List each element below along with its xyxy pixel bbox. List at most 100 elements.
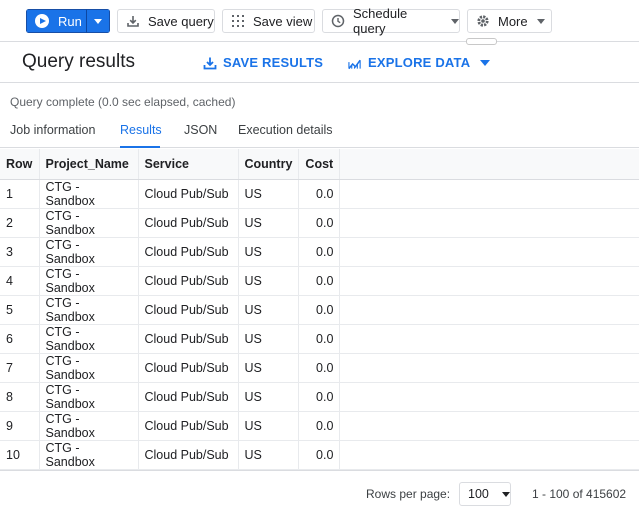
column-header-service[interactable]: Service xyxy=(137,149,238,180)
cell-filler xyxy=(339,295,639,325)
cell-country: US xyxy=(237,266,299,296)
cell-project-name: CTG - Sandbox xyxy=(38,353,138,383)
explore-data-label: EXPLORE DATA xyxy=(368,55,471,70)
table-row: 1 CTG - Sandbox Cloud Pub/Sub US 0.0 xyxy=(0,179,639,209)
column-header-cost[interactable]: Cost xyxy=(298,149,340,180)
cell-project-name: CTG - Sandbox xyxy=(38,324,138,354)
cell-filler xyxy=(339,179,639,209)
cell-project-name: CTG - Sandbox xyxy=(38,411,138,441)
cell-cost: 0.0 xyxy=(298,208,340,238)
chevron-down-icon xyxy=(94,18,102,24)
cell-service: Cloud Pub/Sub xyxy=(137,266,238,296)
rows-per-page-label: Rows per page: xyxy=(366,487,451,501)
column-header-row[interactable]: Row xyxy=(0,149,39,180)
cell-country: US xyxy=(237,411,299,441)
cell-service: Cloud Pub/Sub xyxy=(137,237,238,267)
cell-cost: 0.0 xyxy=(298,440,340,470)
cell-project-name: CTG - Sandbox xyxy=(38,208,138,238)
run-button[interactable]: Run xyxy=(26,9,86,33)
cell-row-number: 4 xyxy=(0,266,39,296)
table-row: 3 CTG - Sandbox Cloud Pub/Sub US 0.0 xyxy=(0,237,639,267)
cell-filler xyxy=(339,208,639,238)
pagination-range: 1 - 100 of 415602 xyxy=(532,487,627,501)
cell-cost: 0.0 xyxy=(298,411,340,441)
cell-filler xyxy=(339,411,639,441)
cell-filler xyxy=(339,237,639,267)
cell-filler xyxy=(339,266,639,296)
cell-cost: 0.0 xyxy=(298,324,340,354)
save-query-button[interactable]: Save query xyxy=(117,9,215,33)
rows-per-page-value: 100 xyxy=(468,487,489,501)
tab-json[interactable]: JSON xyxy=(184,123,217,148)
schedule-query-label: Schedule query xyxy=(353,6,408,36)
cell-cost: 0.0 xyxy=(298,179,340,209)
save-icon xyxy=(126,14,140,28)
column-header-project-name[interactable]: Project_Name xyxy=(38,149,138,180)
cell-filler xyxy=(339,382,639,412)
cell-service: Cloud Pub/Sub xyxy=(137,382,238,412)
more-button[interactable]: More xyxy=(467,9,552,33)
play-icon xyxy=(35,14,49,28)
cell-country: US xyxy=(237,179,299,209)
chart-icon xyxy=(348,56,362,70)
results-header: Query results SAVE RESULTS EXPLORE DATA xyxy=(0,43,639,83)
cell-service: Cloud Pub/Sub xyxy=(137,295,238,325)
save-view-label: Save view xyxy=(253,13,313,29)
cell-row-number: 2 xyxy=(0,208,39,238)
cell-service: Cloud Pub/Sub xyxy=(137,179,238,209)
results-tabs: Job information Results JSON Execution d… xyxy=(0,118,639,148)
cell-row-number: 7 xyxy=(0,353,39,383)
cell-cost: 0.0 xyxy=(298,382,340,412)
save-results-button[interactable]: SAVE RESULTS xyxy=(203,55,323,70)
cell-project-name: CTG - Sandbox xyxy=(38,295,138,325)
tab-execution-details[interactable]: Execution details xyxy=(238,123,333,148)
cell-filler xyxy=(339,324,639,354)
pagination-footer: Rows per page: 100 1 - 100 of 415602 xyxy=(0,470,639,514)
more-label: More xyxy=(498,13,528,29)
cell-country: US xyxy=(237,295,299,325)
cell-row-number: 5 xyxy=(0,295,39,325)
chevron-down-icon xyxy=(536,18,545,24)
cell-country: US xyxy=(237,440,299,470)
table-body: 1 CTG - Sandbox Cloud Pub/Sub US 0.0 2 CTG - S… xyxy=(0,179,639,470)
cell-row-number: 1 xyxy=(0,179,39,209)
chevron-down-icon xyxy=(480,59,491,66)
cell-project-name: CTG - Sandbox xyxy=(38,440,138,470)
results-table: Row Project_Name Service Country Cost 1C… xyxy=(0,149,639,470)
table-row: 9 CTG - Sandbox Cloud Pub/Sub US 0.0 xyxy=(0,411,639,441)
cell-country: US xyxy=(237,382,299,412)
cell-row-number: 10 xyxy=(0,440,39,470)
download-icon xyxy=(203,56,217,70)
table-row: 10 CTG - Sandbox Cloud Pub/Sub US 0.0 xyxy=(0,440,639,470)
save-view-button[interactable]: Save view xyxy=(222,9,315,33)
schedule-query-button[interactable]: Schedule query xyxy=(322,6,460,36)
table-row: 5 CTG - Sandbox Cloud Pub/Sub US 0.0 xyxy=(0,295,639,325)
cell-project-name: CTG - Sandbox xyxy=(38,382,138,412)
view-grid-icon xyxy=(231,14,245,28)
table-row: 7 CTG - Sandbox Cloud Pub/Sub US 0.0 xyxy=(0,353,639,383)
column-header-country[interactable]: Country xyxy=(237,149,299,180)
clock-icon xyxy=(331,14,345,28)
gear-icon xyxy=(476,14,490,28)
cell-cost: 0.0 xyxy=(298,237,340,267)
cell-project-name: CTG - Sandbox xyxy=(38,237,138,267)
rows-per-page-select[interactable]: 100 xyxy=(459,482,511,506)
explore-data-button[interactable]: EXPLORE DATA xyxy=(348,55,491,70)
tab-results[interactable]: Results xyxy=(120,123,162,148)
cell-service: Cloud Pub/Sub xyxy=(137,440,238,470)
column-header-filler xyxy=(339,149,639,180)
query-toolbar: Run Save query Save view Schedule query xyxy=(0,0,639,42)
cell-country: US xyxy=(237,353,299,383)
cell-filler xyxy=(339,440,639,470)
cell-service: Cloud Pub/Sub xyxy=(137,411,238,441)
cell-row-number: 6 xyxy=(0,324,39,354)
cell-row-number: 9 xyxy=(0,411,39,441)
cell-country: US xyxy=(237,237,299,267)
cell-service: Cloud Pub/Sub xyxy=(137,353,238,383)
page-title: Query results xyxy=(22,51,135,72)
tab-job-information[interactable]: Job information xyxy=(10,123,95,148)
run-options-dropdown[interactable] xyxy=(86,9,110,33)
cell-cost: 0.0 xyxy=(298,295,340,325)
table-row: 4 CTG - Sandbox Cloud Pub/Sub US 0.0 xyxy=(0,266,639,296)
cell-project-name: CTG - Sandbox xyxy=(38,266,138,296)
